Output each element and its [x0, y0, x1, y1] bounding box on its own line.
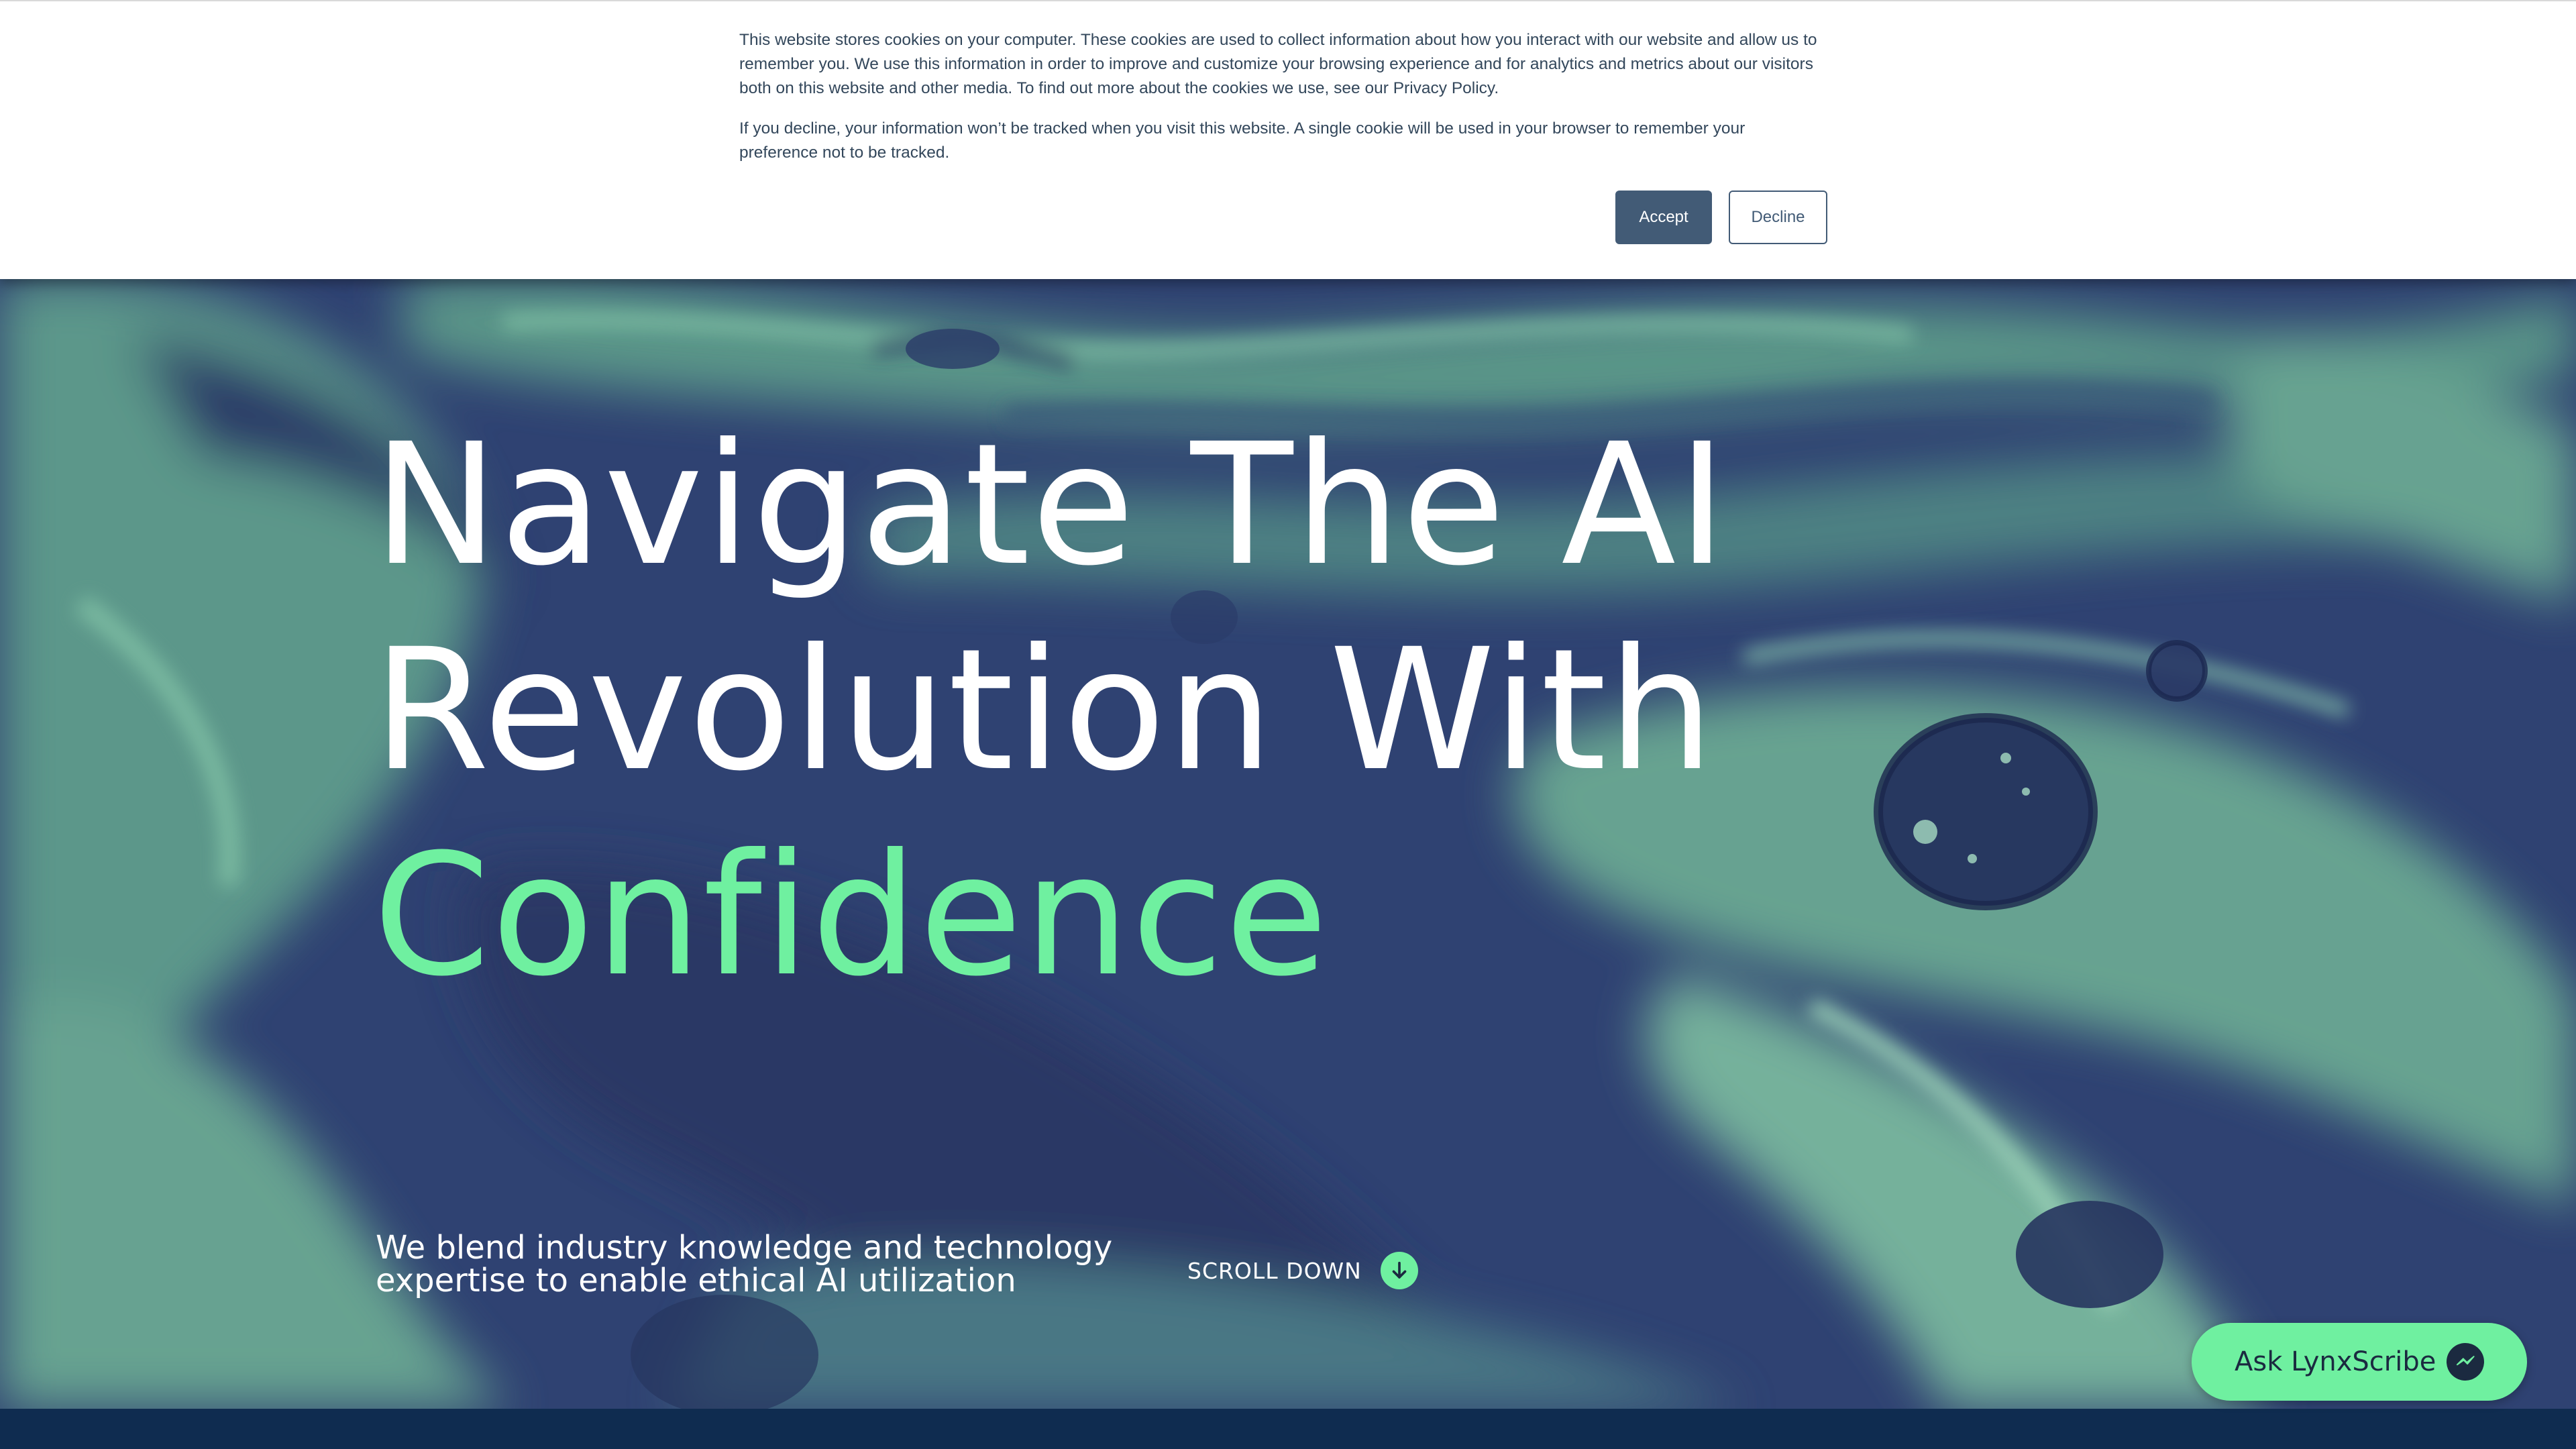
cookie-paragraph-1: This website stores cookies on your comp… — [739, 31, 1817, 97]
decline-cookies-button[interactable]: Decline — [1729, 191, 1827, 244]
accept-cookies-button[interactable]: Accept — [1615, 191, 1712, 244]
cookie-consent-text: This website stores cookies on your comp… — [739, 28, 1826, 181]
messenger-icon — [2447, 1343, 2484, 1381]
chat-button-label: Ask LynxScribe — [2235, 1346, 2436, 1377]
cookie-consent-banner: This website stores cookies on your comp… — [0, 0, 2576, 279]
tagline-line-1: We blend industry knowledge and technolo… — [376, 1229, 1113, 1267]
cookie-paragraph-2: If you decline, your information won’t b… — [739, 119, 1746, 162]
scroll-down-link[interactable]: SCROLL DOWN — [1187, 1252, 1418, 1289]
headline-line-1: Navigate The AI — [373, 407, 1728, 602]
headline-accent: Confidence — [373, 818, 1330, 1013]
next-section-band — [0, 1409, 2576, 1449]
tagline-line-2: expertise to enable ethical AI utilizati… — [376, 1262, 1016, 1299]
hero-headline: Navigate The AI Revolution With Confiden… — [373, 402, 1728, 1018]
arrow-down-circle-icon[interactable] — [1380, 1252, 1418, 1289]
hero-tagline: We blend industry knowledge and technolo… — [376, 1232, 1154, 1297]
scroll-down-label: SCROLL DOWN — [1187, 1257, 1362, 1284]
headline-line-2: Revolution With — [373, 612, 1716, 808]
ask-lynxscribe-chat-button[interactable]: Ask LynxScribe — [2192, 1323, 2527, 1401]
